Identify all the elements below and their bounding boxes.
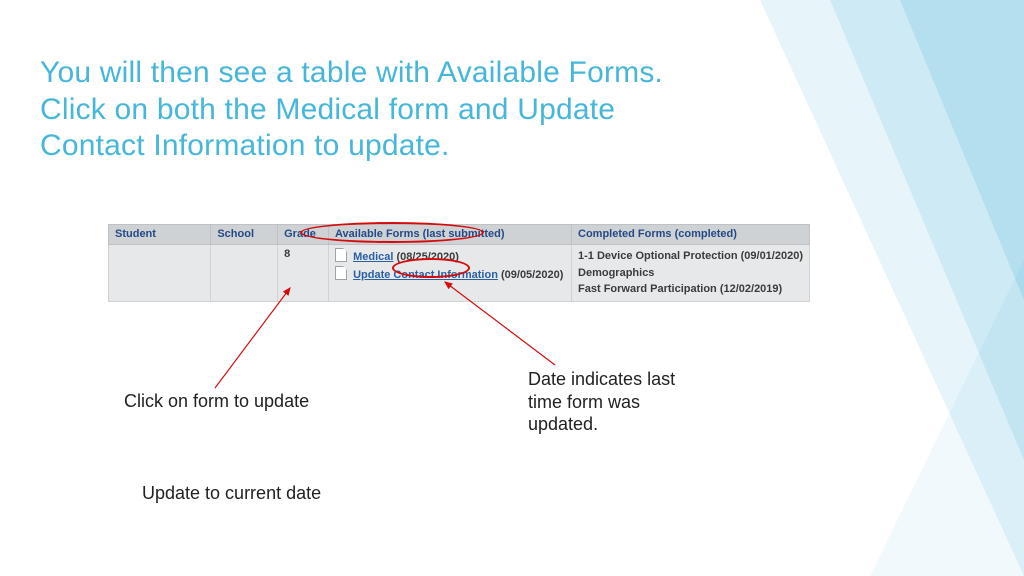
cell-grade: 8 <box>278 245 329 302</box>
slide: You will then see a table with Available… <box>0 0 1024 576</box>
slide-title: You will then see a table with Available… <box>40 55 680 165</box>
callout-update-current: Update to current date <box>142 482 321 505</box>
callout-click-form: Click on form to update <box>124 390 309 413</box>
table-row: 8 Medical (08/25/2020) Update Contact In… <box>109 245 810 302</box>
col-grade: Grade <box>278 225 329 245</box>
cell-completed-forms: 1-1 Device Optional Protection (09/01/20… <box>572 245 810 302</box>
form-date: (08/25/2020) <box>397 251 459 263</box>
col-available: Available Forms (last submitted) <box>329 225 572 245</box>
completed-form: Demographics <box>578 265 803 282</box>
document-icon <box>335 248 347 262</box>
completed-form: Fast Forward Participation (12/02/2019) <box>578 281 803 298</box>
form-link-update-contact[interactable]: Update Contact Information <box>353 269 498 281</box>
forms-table: Student School Grade Available Forms (la… <box>108 224 810 302</box>
col-school: School <box>211 225 278 245</box>
document-icon <box>335 266 347 280</box>
cell-available-forms: Medical (08/25/2020) Update Contact Info… <box>329 245 572 302</box>
cell-school <box>211 245 278 302</box>
callout-date-meaning: Date indicates last time form was update… <box>528 368 698 436</box>
cell-student <box>109 245 211 302</box>
col-completed: Completed Forms (completed) <box>572 225 810 245</box>
form-link-medical[interactable]: Medical <box>353 251 393 263</box>
col-student: Student <box>109 225 211 245</box>
form-date: (09/05/2020) <box>501 269 563 281</box>
completed-form: 1-1 Device Optional Protection (09/01/20… <box>578 248 803 265</box>
